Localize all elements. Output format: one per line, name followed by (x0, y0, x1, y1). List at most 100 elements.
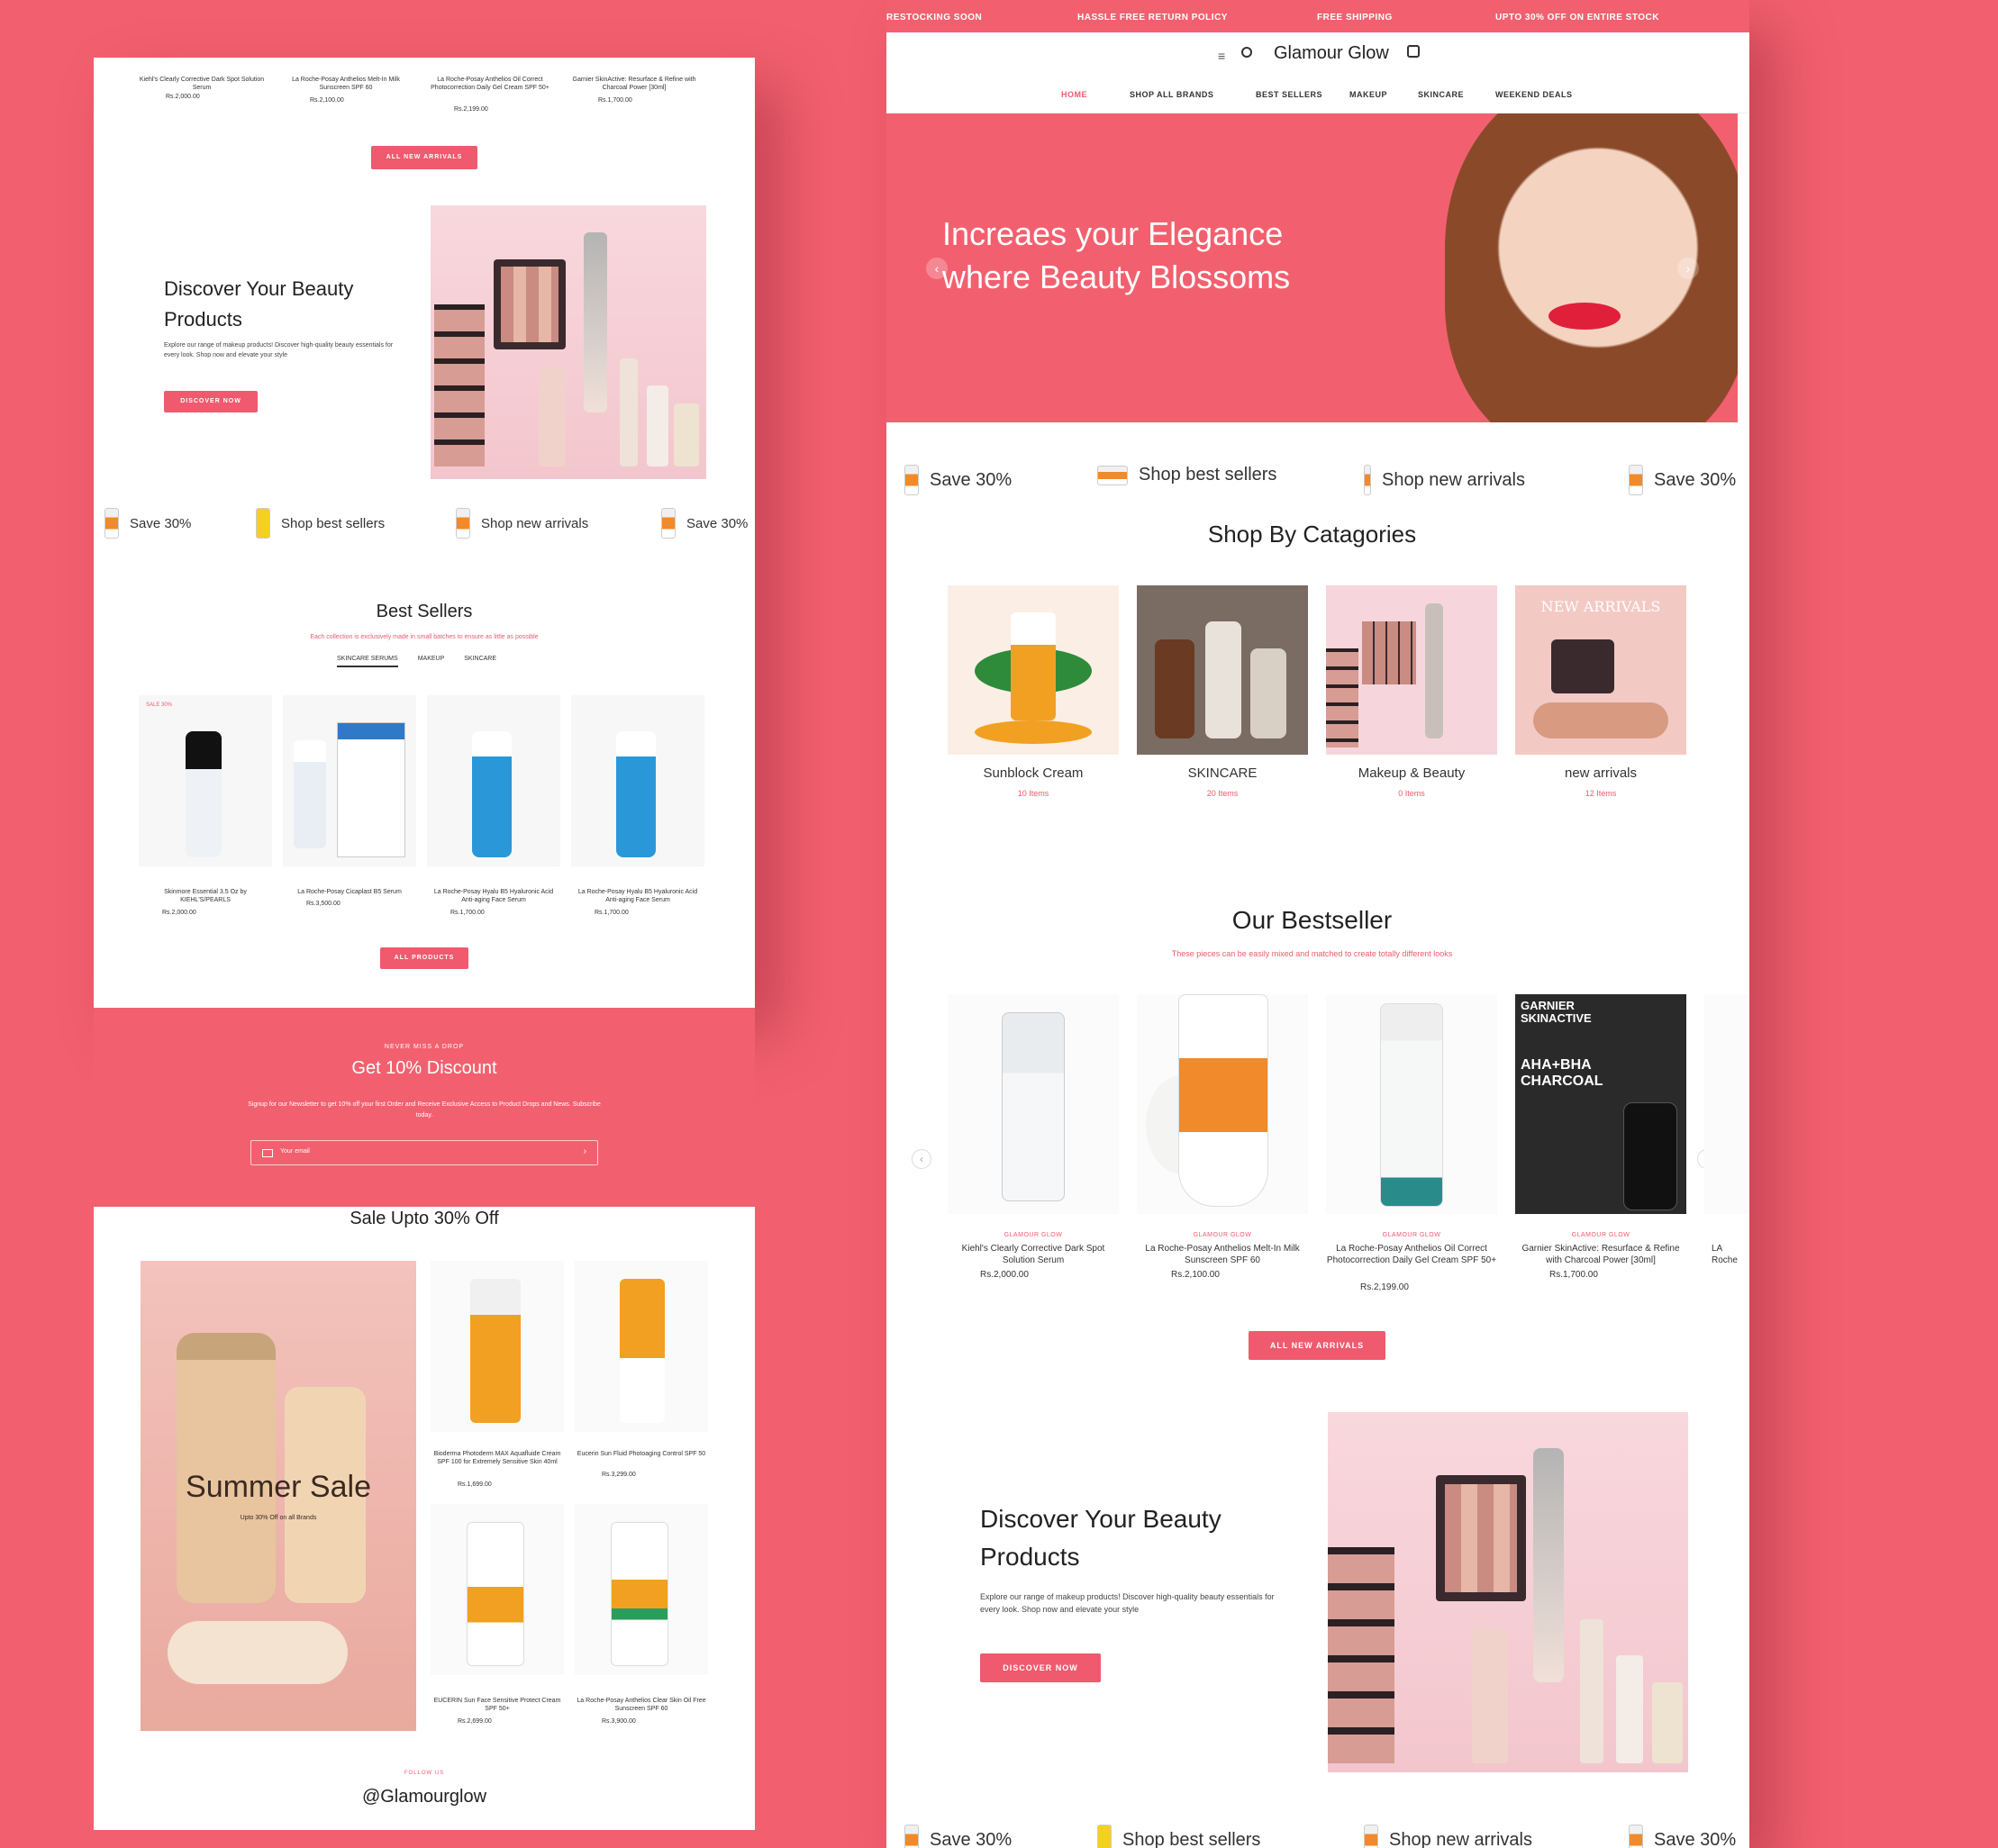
all-new-arrivals-button[interactable]: ALL NEW ARRIVALS (371, 146, 477, 169)
nav-skincare[interactable]: SKINCARE (1418, 90, 1464, 99)
bottle-icon (1629, 1825, 1643, 1848)
newsletter-section: NEVER MISS A DROP Get 10% Discount Signu… (94, 1008, 755, 1207)
product-name[interactable]: La Roche-Posay Anthelios Melt-In Milk Su… (283, 76, 409, 92)
product-image[interactable] (1704, 994, 1749, 1214)
strip-item[interactable]: Shop best sellers (1097, 465, 1276, 485)
discover-title-line1: Discover Your Beauty (164, 277, 354, 300)
lipstick-icon (1364, 465, 1371, 495)
product-image[interactable]: SALE 30% (139, 695, 272, 866)
tab-makeup[interactable]: MAKEUP (418, 656, 445, 667)
chevron-left-icon[interactable]: ‹ (926, 258, 948, 279)
strip-item[interactable]: Shop new arrivals (456, 508, 588, 539)
tab-skincare-serums[interactable]: SKINCARE SERUMS (337, 656, 398, 667)
strip-item[interactable]: Shop best sellers (1097, 1825, 1260, 1848)
product-price: Rs.2,000.00 (166, 94, 200, 100)
product-name[interactable]: La Roche-Posay Anthelios Oil Correct Pho… (427, 76, 553, 92)
cart-icon[interactable] (1407, 45, 1420, 58)
instagram-handle[interactable]: @Glamourglow (94, 1787, 755, 1807)
tube-icon (1097, 1825, 1112, 1848)
product-name[interactable]: Garnier SkinActive: Resurface & Refine w… (1515, 1243, 1686, 1266)
category-name[interactable]: Makeup & Beauty (1326, 765, 1497, 781)
product-name[interactable]: La Roche-Posay Anthelios Oil Correct Pho… (1326, 1243, 1497, 1266)
product-price: Rs.2,699.00 (458, 1718, 492, 1725)
all-new-arrivals-button[interactable]: ALL NEW ARRIVALS (1249, 1331, 1385, 1360)
hero-line1: Increaes your Elegance (942, 215, 1284, 252)
strip-item[interactable]: Save 30% (1629, 1825, 1736, 1848)
product-price: Rs.1,700.00 (450, 910, 485, 916)
bestseller-subtitle: These pieces can be easily mixed and mat… (1171, 949, 1453, 958)
product-name[interactable]: Eucerin Sun Fluid Photoaging Control SPF… (575, 1450, 708, 1458)
discover-title-line1: Discover Your Beauty (980, 1505, 1222, 1533)
announcement-item: FREE SHIPPING (1317, 13, 1393, 23)
product-name[interactable]: La Roche-Posay Anthelios Clear Skin Oil … (575, 1697, 708, 1713)
product-image[interactable] (575, 1504, 708, 1675)
product-image[interactable]: GARNIER SKINACTIVE AHA+BHA CHARCOAL (1515, 994, 1686, 1214)
product-image[interactable] (427, 695, 560, 866)
chevron-left-icon[interactable]: ‹ (912, 1149, 931, 1169)
arrow-right-icon[interactable]: › (584, 1146, 586, 1156)
discover-now-button[interactable]: DISCOVER NOW (164, 391, 258, 412)
search-icon[interactable] (1241, 47, 1252, 58)
strip-item[interactable]: Save 30% (904, 465, 1012, 495)
product-image[interactable] (431, 1261, 564, 1432)
nav-home[interactable]: HOME (1061, 90, 1087, 99)
product-name[interactable]: La Roche-Posay Hyalu B5 Hyaluronic Acid … (427, 888, 560, 904)
chevron-right-icon[interactable]: › (1677, 258, 1699, 279)
product-name[interactable]: La Roche-Posay Anthelios Melt-In Milk Su… (1137, 1243, 1308, 1266)
strip-item[interactable]: Save 30% (104, 508, 191, 539)
product-image[interactable] (571, 695, 704, 866)
follow-us-label: FOLLOW US (404, 1771, 445, 1776)
category-name[interactable]: Sunblock Cream (948, 765, 1119, 781)
product-name[interactable]: La Roche-Posay Cicaplast B5 Serum (283, 888, 416, 896)
strip-item[interactable]: Shop best sellers (256, 508, 385, 539)
summer-sale-banner[interactable]: Summer Sale Upto 30% Off on all Brands (141, 1261, 416, 1731)
nav-makeup[interactable]: MAKEUP (1349, 90, 1387, 99)
strip-item[interactable]: Shop new arrivals (1364, 465, 1525, 495)
jar-icon (1097, 465, 1128, 485)
category-count: 20 Items (1206, 789, 1239, 798)
product-name[interactable]: La Roche-Posay Hyalu B5 Hyaluronic Acid … (571, 888, 704, 904)
product-name[interactable]: Kiehl's Clearly Corrective Dark Spot Sol… (139, 76, 265, 92)
product-image[interactable] (948, 994, 1119, 1214)
product-name[interactable]: Garnier SkinActive: Resurface & Refine w… (571, 76, 697, 92)
email-field[interactable]: Your email › (250, 1140, 598, 1165)
discover-now-button[interactable]: DISCOVER NOW (980, 1653, 1101, 1682)
product-image[interactable] (431, 1504, 564, 1675)
email-placeholder: Your email (280, 1148, 310, 1155)
nav-best-sellers[interactable]: BEST SELLERS (1256, 90, 1322, 99)
summer-sale-title: Summer Sale (186, 1470, 371, 1504)
bottle-icon (904, 465, 919, 495)
strip-item[interactable]: Save 30% (1629, 465, 1736, 495)
strip-item[interactable]: Save 30% (661, 508, 748, 539)
product-image[interactable] (283, 695, 416, 866)
category-image-skincare[interactable] (1137, 585, 1308, 755)
category-image-sunblock[interactable] (948, 585, 1119, 755)
hero-banner[interactable]: Increaes your Elegance where Beauty Blos… (886, 113, 1738, 422)
menu-icon[interactable]: ≡ (1218, 49, 1225, 63)
category-name[interactable]: SKINCARE (1137, 765, 1308, 781)
product-name[interactable]: Kiehl's Clearly Corrective Dark Spot Sol… (948, 1243, 1119, 1266)
category-image-new-arrivals[interactable]: NEW ARRIVALS (1515, 585, 1686, 755)
product-image[interactable] (1137, 994, 1308, 1214)
strip-label: Save 30% (1654, 469, 1737, 490)
strip-item[interactable]: Save 30% (904, 1825, 1012, 1848)
site-header: ≡ Glamour Glow (886, 32, 1749, 113)
newsletter-text: Signup for our Newsletter to get 10% off… (248, 1101, 601, 1119)
product-name[interactable]: Bioderma Photoderm MAX Aquafluide Cream … (431, 1450, 564, 1466)
nav-shop-all-brands[interactable]: SHOP ALL BRANDS (1130, 90, 1213, 99)
product-name[interactable]: Skinmore Essential 3.5 Oz by KIEHL'S/PEA… (139, 888, 272, 904)
category-name[interactable]: new arrivals (1515, 765, 1686, 781)
category-image-makeup[interactable] (1326, 585, 1497, 755)
nav-weekend-deals[interactable]: WEEKEND DEALS (1495, 90, 1573, 99)
product-name[interactable]: EUCERIN Sun Face Sensitive Protect Cream… (431, 1697, 564, 1713)
left-panel-top: Kiehl's Clearly Corrective Dark Spot Sol… (94, 58, 755, 1008)
categories-title: Shop By Catagories (1207, 521, 1417, 548)
strip-item[interactable]: Shop new arrivals (1364, 1825, 1532, 1848)
tab-skincare[interactable]: SKINCARE (464, 656, 496, 667)
product-name[interactable]: LA Roche (1712, 1243, 1749, 1266)
all-products-button[interactable]: ALL PRODUCTS (380, 947, 468, 969)
product-image[interactable] (575, 1261, 708, 1432)
brand-logo[interactable]: Glamour Glow (1274, 43, 1389, 64)
product-image[interactable] (1326, 994, 1497, 1214)
sale-section: Sale Upto 30% Off Summer Sale Upto 30% O… (94, 1207, 755, 1830)
